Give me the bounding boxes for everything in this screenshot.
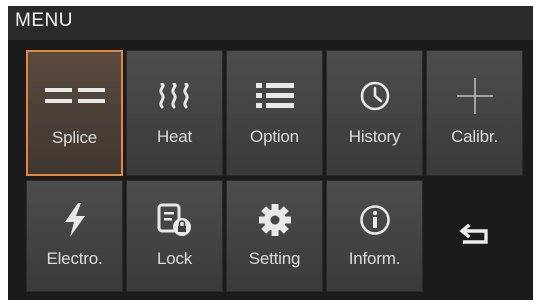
list-icon: [255, 79, 294, 113]
page-title: MENU: [8, 6, 533, 40]
menu-label: Heat: [156, 127, 193, 146]
menu-tile-inform[interactable]: Inform.: [326, 180, 423, 292]
menu-tile-history[interactable]: History: [326, 50, 423, 176]
heat-icon: [157, 79, 193, 113]
menu-tile-heat[interactable]: Heat: [126, 50, 223, 176]
menu-grid: Splice Heat Option History Calibr. Elect…: [26, 50, 532, 294]
menu-tile-calibrate[interactable]: Calibr.: [426, 50, 523, 176]
back-button[interactable]: [426, 180, 523, 292]
menu-label: Splice: [51, 128, 98, 147]
menu-label: Calibr.: [451, 127, 498, 146]
menu-screen: MENU Splice Heat Option History Calibr. …: [8, 6, 533, 300]
info-icon: [359, 203, 391, 237]
menu-tile-lock[interactable]: Lock: [126, 180, 223, 292]
splice-icon: [44, 80, 105, 114]
lock-document-icon: [157, 203, 193, 237]
menu-label: Lock: [156, 249, 193, 268]
menu-tile-electrode[interactable]: Electro.: [26, 180, 123, 292]
menu-tile-setting[interactable]: Setting: [226, 180, 323, 292]
menu-label: Inform.: [348, 249, 401, 268]
menu-tile-option[interactable]: Option: [226, 50, 323, 176]
clock-icon: [359, 79, 391, 113]
menu-label: Option: [250, 127, 299, 146]
return-arrow-icon: [457, 219, 493, 253]
crosshair-icon: [455, 78, 495, 114]
lightning-icon: [62, 203, 88, 237]
menu-tile-splice[interactable]: Splice: [26, 50, 123, 176]
gear-icon: [258, 203, 292, 237]
menu-label: Electro.: [46, 249, 103, 268]
menu-label: History: [348, 127, 401, 146]
menu-label: Setting: [248, 249, 301, 268]
